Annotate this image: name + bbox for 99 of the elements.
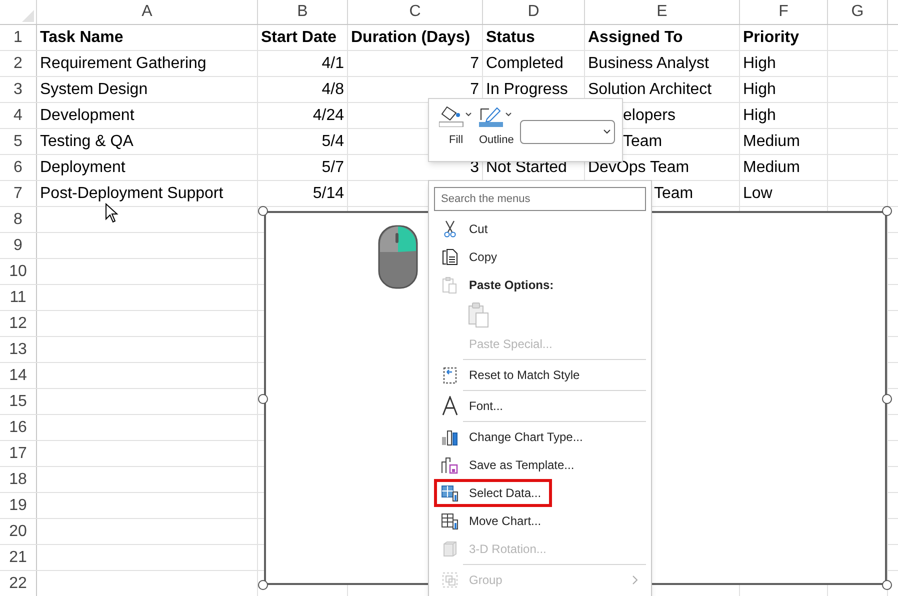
table-cell-text: 4/8 — [322, 80, 345, 100]
table-chart-icon — [441, 484, 459, 502]
table-cell-text: Development — [39, 106, 134, 126]
table-cell-text: 4/1 — [322, 54, 345, 74]
table-cell-text: Team — [654, 184, 694, 204]
table-cell-text: High — [742, 106, 776, 126]
row-header[interactable]: 6 — [0, 155, 37, 180]
table-cell-text: Assigned To — [587, 28, 683, 48]
row-header[interactable]: 21 — [0, 545, 37, 570]
menu-item[interactable]: Move Chart... — [434, 507, 646, 535]
mouse-pointer-icon — [105, 203, 119, 223]
column-header[interactable]: B — [258, 0, 348, 24]
row-header[interactable]: 1 — [0, 25, 37, 50]
row-header[interactable]: 20 — [0, 519, 37, 544]
row-header[interactable]: 5 — [0, 129, 37, 154]
table-cell-text: DevOps Team — [587, 158, 690, 178]
table-cell-text: Medium — [742, 132, 800, 152]
row-header[interactable]: 4 — [0, 103, 37, 128]
table-cell-text: Deployment — [39, 158, 126, 178]
column-header[interactable]: G — [828, 0, 888, 24]
row-header[interactable]: 13 — [0, 337, 37, 362]
outline-button[interactable]: Outline — [479, 105, 514, 148]
paint-bucket-icon — [439, 105, 473, 127]
row-header[interactable]: 17 — [0, 441, 37, 466]
resize-handle[interactable] — [258, 206, 268, 216]
search-field[interactable]: Search the menus — [434, 187, 646, 211]
resize-handle[interactable] — [882, 580, 892, 590]
column-header[interactable]: E — [585, 0, 740, 24]
menu-item[interactable]: Font... — [434, 392, 646, 420]
chevron-down-icon — [602, 129, 611, 135]
row-header[interactable]: 16 — [0, 415, 37, 440]
copy-icon — [441, 248, 459, 266]
resize-handle[interactable] — [258, 580, 268, 590]
row-header[interactable]: 22 — [0, 571, 37, 596]
reset-style-icon — [441, 366, 459, 384]
table-cell-text: Completed — [485, 54, 564, 74]
table-cell-text: Task Name — [39, 28, 124, 48]
resize-handle[interactable] — [882, 206, 892, 216]
table-cell-text: Requirement Gathering — [39, 54, 206, 74]
clipboard-icon — [441, 276, 459, 294]
menu-item[interactable]: Change Chart Type... — [434, 423, 646, 451]
table-cell-text: Priority — [742, 28, 800, 48]
table-cell-text: High — [742, 54, 776, 74]
row-header[interactable]: 14 — [0, 363, 37, 388]
column-header[interactable]: F — [740, 0, 828, 24]
table-cell-text: Testing & QA — [39, 132, 134, 152]
menu-item[interactable]: Copy — [434, 243, 646, 271]
menu-item[interactable]: Save as Template... — [434, 451, 646, 479]
table-cell-text: Duration (Days) — [350, 28, 470, 48]
column-header[interactable]: A — [37, 0, 258, 24]
bar-chart-icon — [441, 428, 459, 446]
table-cell-text: Low — [742, 184, 772, 204]
menu-item[interactable]: Cut — [434, 215, 646, 243]
row-header[interactable]: 18 — [0, 467, 37, 492]
clipboard-icon — [468, 302, 490, 328]
row-header[interactable]: 11 — [0, 285, 37, 310]
table-cell-text: 5/14 — [312, 184, 345, 204]
table-cell-text: System Design — [39, 80, 148, 100]
table-cell-text: 4/24 — [312, 106, 345, 126]
table-cell-text: Not Started — [485, 158, 567, 178]
table-cell-text: Business Analyst — [587, 54, 709, 74]
table-cell-text: Medium — [742, 158, 800, 178]
menu-item[interactable]: Reset to Match Style — [434, 361, 646, 389]
group-icon — [441, 571, 459, 589]
row-header[interactable]: 10 — [0, 259, 37, 284]
move-chart-icon — [441, 512, 459, 530]
table-cell-text: 5/4 — [322, 132, 345, 152]
letter-shape-icon — [441, 396, 459, 416]
table-cell-text: Team — [623, 132, 662, 152]
row-header[interactable]: 12 — [0, 311, 37, 336]
fill-button[interactable]: Fill — [439, 105, 473, 148]
row-header[interactable]: 15 — [0, 389, 37, 414]
pen-outline-icon — [479, 105, 514, 127]
table-cell-text: Solution Architect — [587, 80, 712, 100]
table-cell-text: Post-Deployment Support — [39, 184, 224, 204]
resize-handle[interactable] — [882, 394, 892, 404]
cube-icon — [441, 540, 459, 558]
menu-item[interactable]: Select Data... — [434, 479, 552, 507]
table-cell-text: 5/7 — [322, 158, 345, 178]
row-header[interactable]: 2 — [0, 51, 37, 76]
row-header[interactable]: 8 — [0, 207, 37, 232]
table-cell-text: Status — [485, 28, 535, 48]
row-header[interactable]: 9 — [0, 233, 37, 258]
row-header[interactable]: 7 — [0, 181, 37, 206]
table-cell-text: 7 — [470, 80, 480, 100]
resize-handle[interactable] — [258, 394, 268, 404]
computer-mouse-icon — [378, 225, 418, 289]
menu-heading: Paste Options: — [469, 277, 554, 294]
table-cell-text: In Progress — [485, 80, 568, 100]
row-header[interactable]: 3 — [0, 77, 37, 102]
table-cell-text: Start Date — [260, 28, 337, 48]
column-header[interactable]: D — [483, 0, 585, 24]
table-cell-text: 7 — [470, 54, 480, 74]
template-icon — [441, 456, 459, 474]
dropdown-field[interactable] — [520, 120, 615, 144]
column-header[interactable]: C — [348, 0, 483, 24]
table-cell-text: High — [742, 80, 776, 100]
row-header[interactable]: 19 — [0, 493, 37, 518]
table-cell-text: elopers — [623, 106, 676, 126]
